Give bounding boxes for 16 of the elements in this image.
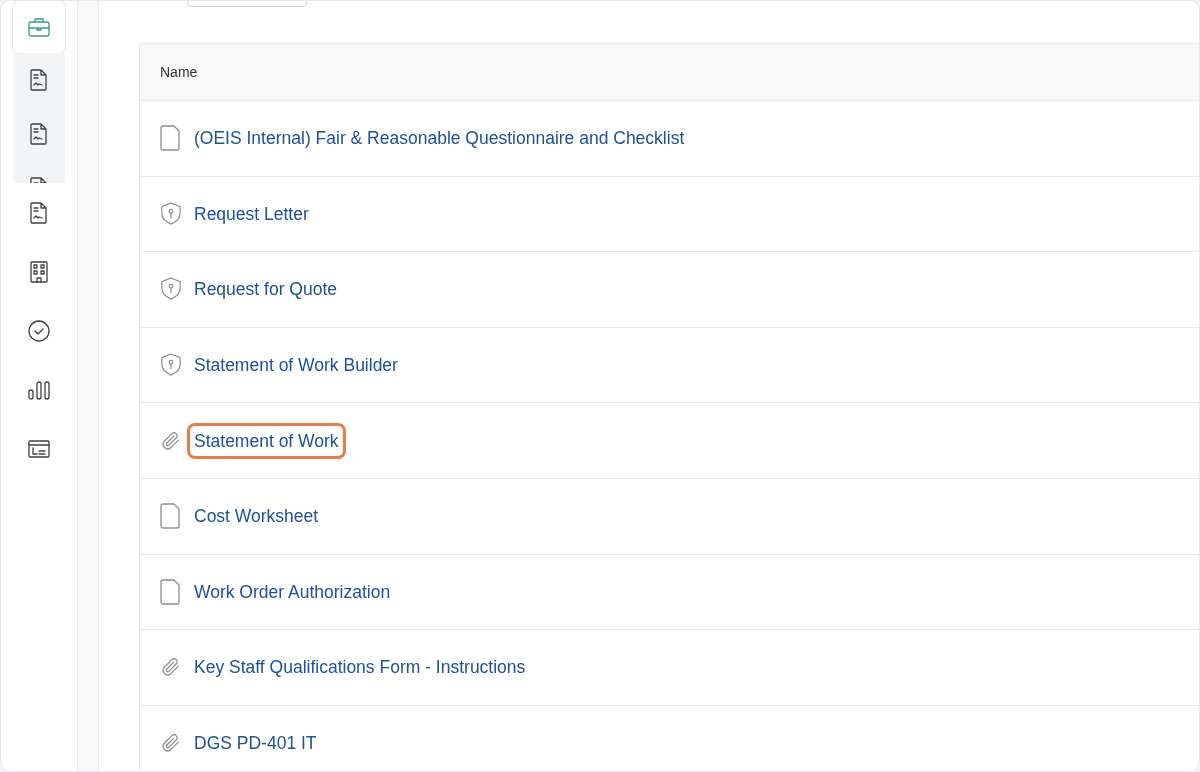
document-link[interactable]: (OEIS Internal) Fair & Reasonable Questionnaire and Checklist bbox=[187, 120, 692, 157]
document-link[interactable]: Work Order Authorization bbox=[187, 573, 398, 610]
file-icon bbox=[160, 578, 182, 605]
shield-icon bbox=[160, 276, 182, 303]
document-link[interactable]: Statement of Work Builder bbox=[187, 346, 405, 384]
column-header: Name bbox=[140, 44, 1199, 101]
file-icon bbox=[160, 503, 182, 530]
document-link[interactable]: DGS PD-401 IT bbox=[187, 724, 324, 762]
document-link[interactable]: Key Staff Qualifications Form - Instructions bbox=[187, 649, 533, 686]
document-link[interactable]: Statement of Work bbox=[187, 422, 346, 459]
shield-icon bbox=[160, 352, 182, 379]
document-link[interactable]: Request for Quote bbox=[187, 271, 344, 308]
shield-icon bbox=[160, 200, 182, 227]
document-link[interactable]: Request Letter bbox=[187, 195, 316, 232]
document-link[interactable]: Cost Worksheet bbox=[187, 498, 326, 535]
file-icon bbox=[160, 125, 182, 152]
